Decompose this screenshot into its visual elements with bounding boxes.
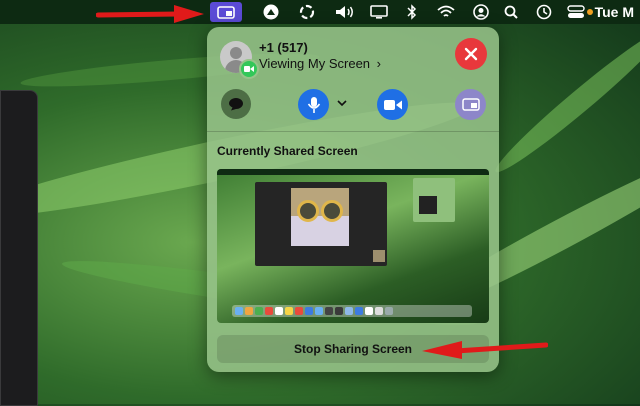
focus-icon[interactable] (298, 3, 316, 21)
share-screen-button[interactable] (455, 89, 486, 120)
viewing-status-label: Viewing My Screen (259, 56, 371, 71)
background-window[interactable] (0, 90, 38, 406)
caller-name: +1 (517) (259, 40, 308, 55)
microphone-icon (307, 96, 320, 113)
user-icon[interactable] (472, 3, 490, 21)
thumbnail-menu-bar (217, 169, 489, 175)
bluetooth-icon[interactable] (406, 3, 418, 21)
menu-bar-clock[interactable]: Tue M (595, 4, 634, 20)
time-machine-icon[interactable] (535, 3, 553, 21)
video-camera-icon (383, 99, 402, 110)
end-call-button[interactable] (455, 38, 487, 70)
close-icon (464, 47, 478, 61)
wifi-icon[interactable] (436, 3, 456, 21)
shared-screen-heading: Currently Shared Screen (217, 144, 358, 158)
control-center-icon[interactable] (567, 3, 585, 21)
divider (207, 131, 499, 132)
thumbnail-self-view (373, 250, 385, 262)
facetime-share-panel: +1 (517) Viewing My Screen › Currently S… (207, 27, 499, 372)
chevron-right-icon: › (376, 56, 382, 71)
grass-blade (488, 21, 640, 181)
search-icon[interactable] (503, 3, 519, 21)
viewing-status-link[interactable]: Viewing My Screen › (259, 56, 381, 71)
shared-screen-thumbnail[interactable] (217, 169, 489, 323)
microphone-button[interactable] (298, 89, 329, 120)
thumbnail-photo (291, 188, 349, 246)
thumbnail-panel-mini (413, 178, 455, 222)
thumbnail-window (255, 182, 387, 266)
screen-sharing-icon[interactable] (210, 2, 242, 22)
messages-button[interactable] (221, 89, 251, 119)
facetime-badge-icon (239, 59, 259, 79)
message-bubble-icon (229, 98, 243, 111)
screen-share-icon (461, 97, 480, 111)
volume-icon[interactable] (334, 3, 356, 21)
display-icon[interactable] (370, 3, 388, 21)
airplay-icon[interactable] (262, 3, 280, 21)
arrow-annotation-icon (96, 5, 204, 23)
thumbnail-dock (232, 305, 472, 317)
recording-dot-icon (587, 3, 593, 21)
arrow-annotation-icon (422, 341, 548, 359)
camera-button[interactable] (377, 89, 408, 120)
chevron-down-icon[interactable] (335, 96, 349, 110)
